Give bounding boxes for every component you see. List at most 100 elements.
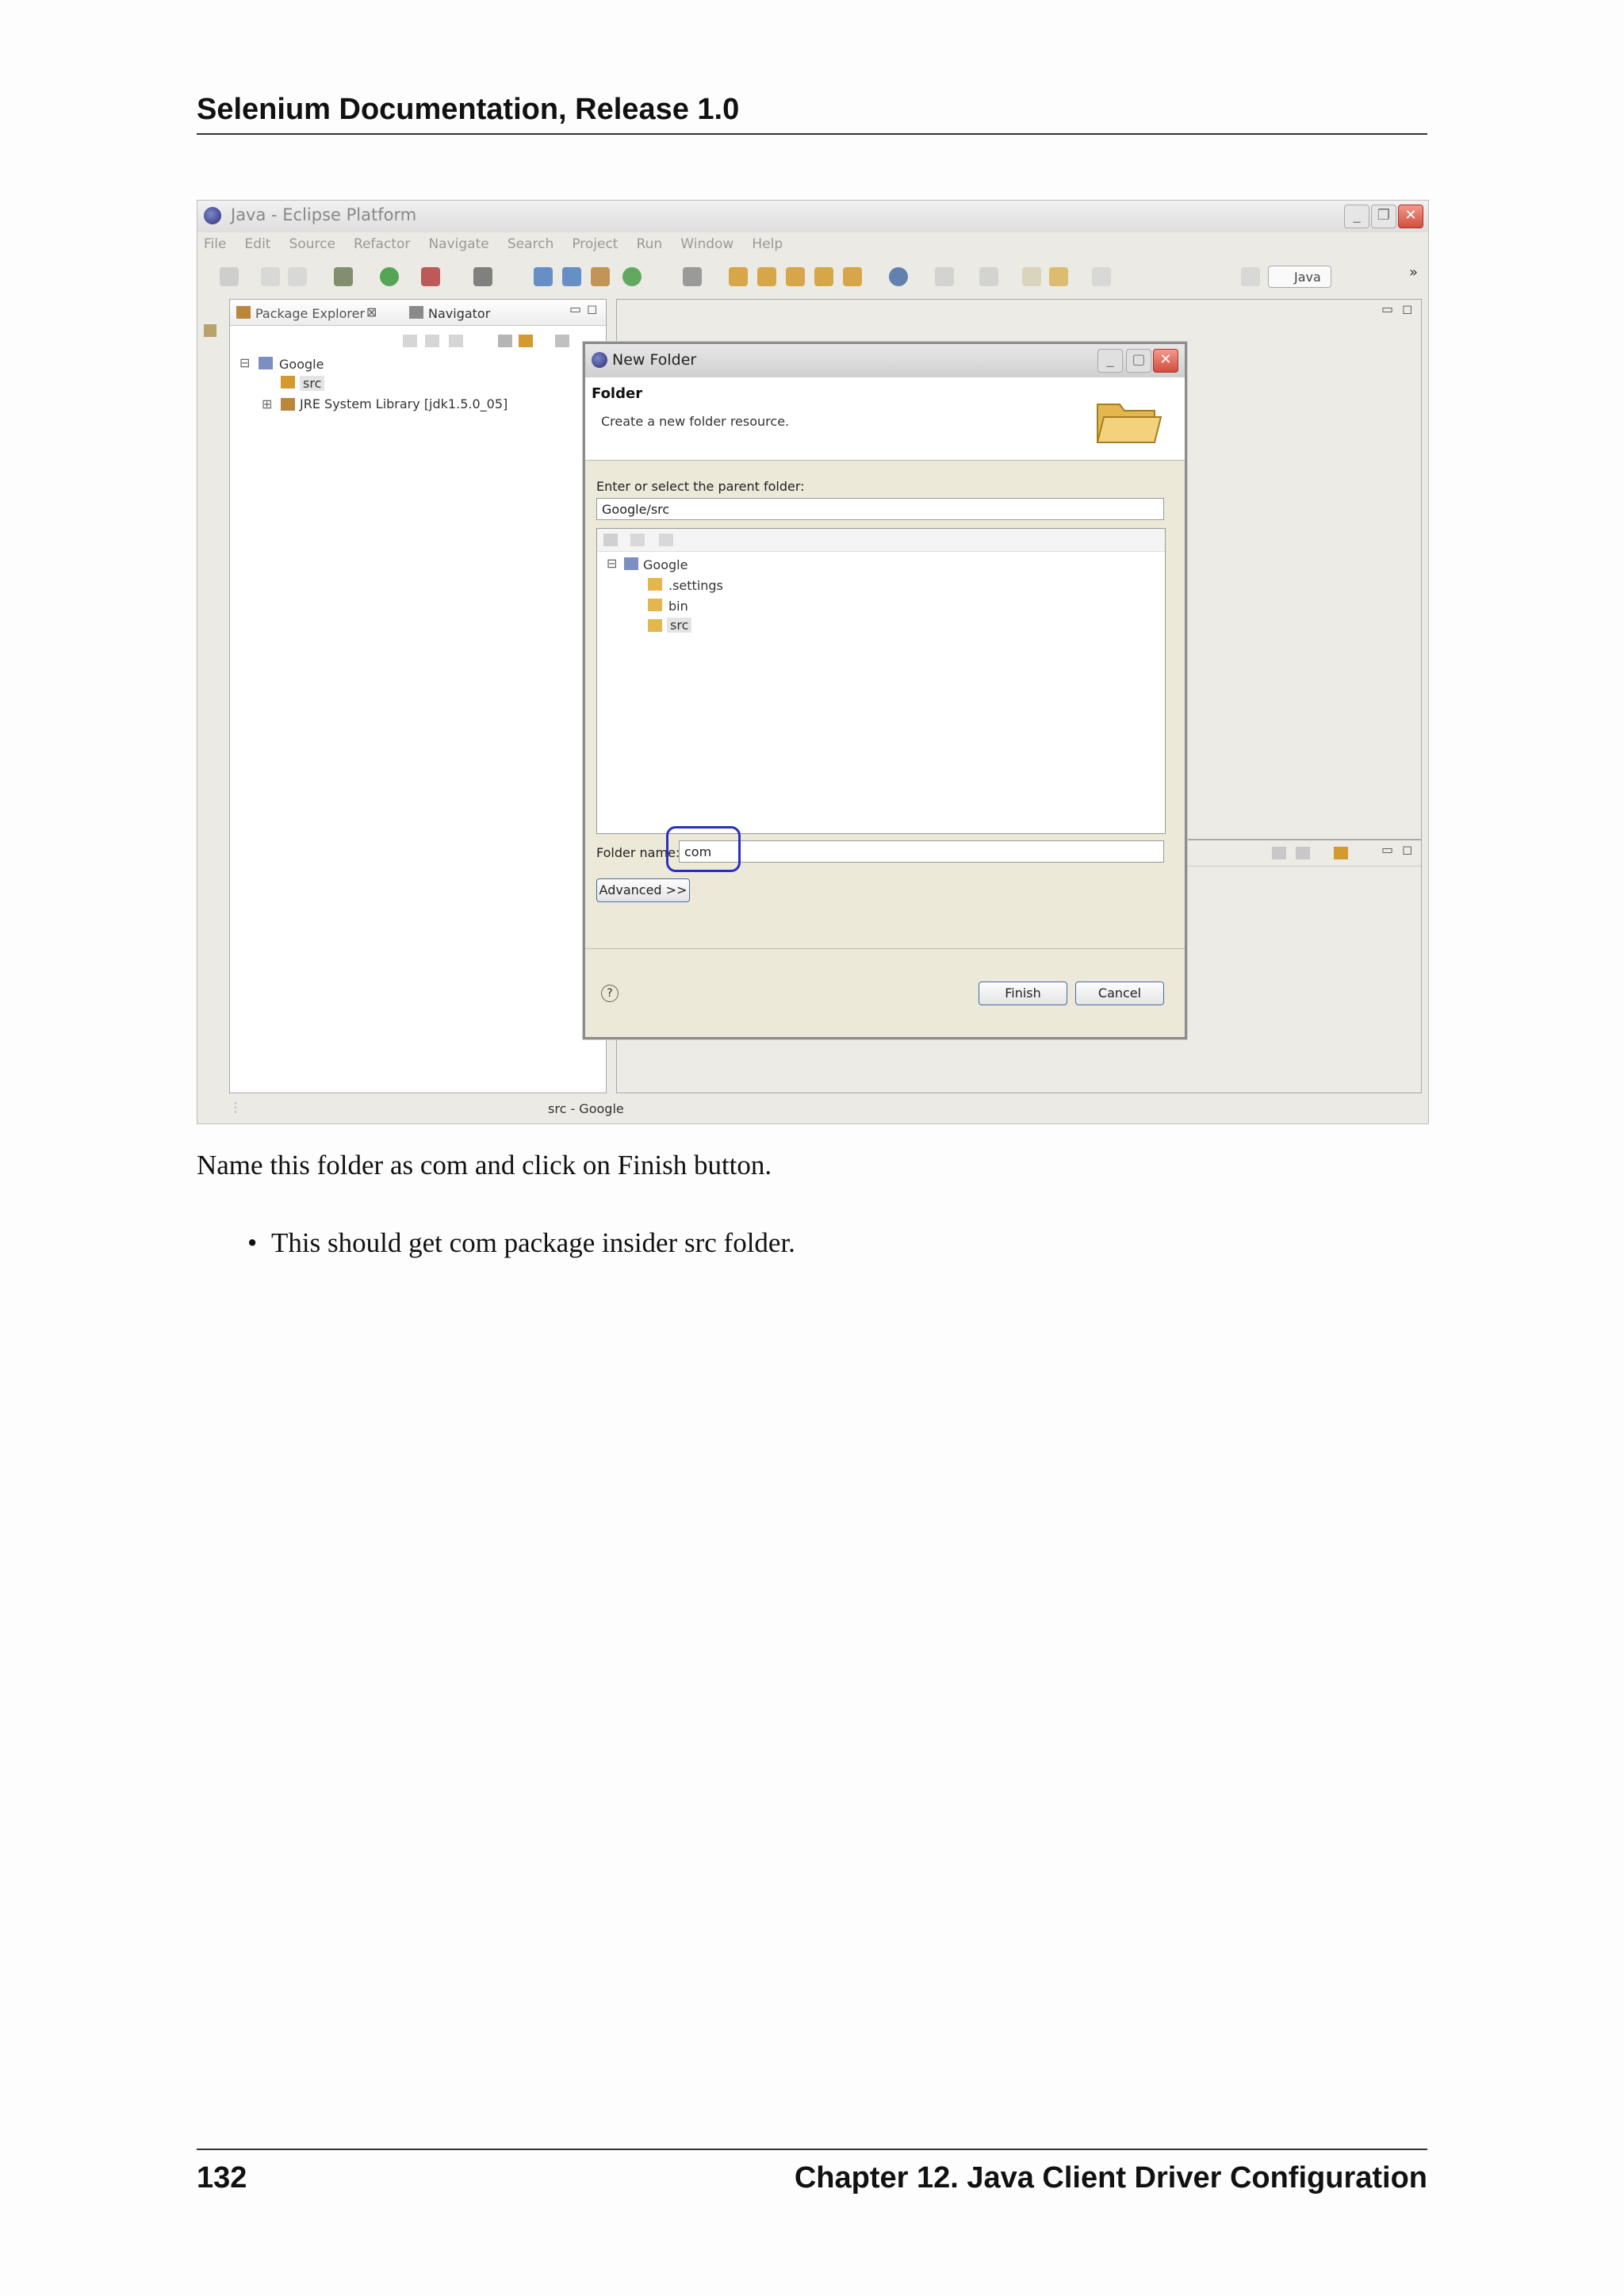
- close-tab-icon[interactable]: ⊠: [366, 304, 377, 320]
- debug-icon[interactable]: [334, 267, 353, 286]
- google-project-icon: [624, 557, 638, 570]
- tab-package-explorer[interactable]: Package Explorer: [255, 306, 365, 321]
- menu-run[interactable]: Run: [637, 236, 663, 252]
- eclipse-logo-icon: [204, 207, 221, 224]
- library-icon: [281, 398, 295, 411]
- eclipse-titlebar: Java - Eclipse Platform _ ❐ ✕: [197, 201, 1428, 232]
- dialog-maximize-button[interactable]: ▢: [1126, 349, 1151, 373]
- maximize-view-icon[interactable]: ◻: [587, 301, 597, 316]
- fast-view-icon[interactable]: [204, 324, 216, 337]
- back-nav-icon[interactable]: [403, 335, 417, 347]
- new-console-icon[interactable]: [1334, 847, 1348, 859]
- tree-back-icon[interactable]: [630, 534, 645, 546]
- dialog-close-button[interactable]: ✕: [1153, 349, 1178, 373]
- chevron-more-icon[interactable]: »: [1409, 264, 1418, 281]
- java-perspective-label: Java: [1294, 270, 1321, 285]
- new-class-icon[interactable]: [591, 267, 610, 286]
- dialog-tree-settings[interactable]: .settings: [668, 578, 723, 593]
- tree-forward-icon[interactable]: [659, 534, 673, 546]
- new-folder-dialog: New Folder _ ▢ ✕ Folder Create a new fol…: [583, 342, 1187, 1039]
- new-interface-icon[interactable]: [622, 267, 642, 286]
- dialog-tree-bin[interactable]: bin: [668, 599, 688, 614]
- collapse-all-icon[interactable]: [498, 335, 512, 347]
- finish-button[interactable]: Finish: [979, 982, 1067, 1005]
- menu-help[interactable]: Help: [752, 236, 783, 252]
- expand-google-icon[interactable]: ⊟: [239, 355, 250, 370]
- settings-folder-icon: [648, 578, 662, 591]
- forward-arrow-icon[interactable]: [1092, 267, 1111, 286]
- dialog-tree-google[interactable]: Google: [643, 557, 688, 572]
- open-folder-3-icon[interactable]: [786, 267, 805, 286]
- minimize-view-icon[interactable]: ▭: [569, 301, 581, 316]
- folder-banner-icon: [1096, 404, 1162, 443]
- page-footer: 132 Chapter 12. Java Client Driver Confi…: [197, 2149, 1427, 2198]
- save-icon[interactable]: [261, 267, 280, 286]
- menu-source[interactable]: Source: [289, 236, 335, 252]
- display-icon[interactable]: [1296, 847, 1310, 859]
- prev-annotation-icon[interactable]: [979, 267, 998, 286]
- open-folder-icon[interactable]: [729, 267, 748, 286]
- minimize-button[interactable]: _: [1344, 205, 1369, 228]
- pin-icon[interactable]: [1272, 847, 1286, 859]
- up-nav-icon[interactable]: [449, 335, 463, 347]
- menu-search[interactable]: Search: [508, 236, 553, 252]
- dialog-minimize-button[interactable]: _: [1097, 349, 1123, 373]
- tree-jre-library[interactable]: JRE System Library [jdk1.5.0_05]: [300, 396, 508, 411]
- next-annotation-icon[interactable]: [935, 267, 954, 286]
- search-icon[interactable]: [473, 267, 492, 286]
- tree-project-google[interactable]: Google: [279, 357, 324, 372]
- tree-src[interactable]: src: [300, 376, 325, 391]
- open-folder-2-icon[interactable]: [757, 267, 776, 286]
- advanced-button[interactable]: Advanced >>: [596, 878, 690, 902]
- editor-minimize-icon[interactable]: ▭: [1381, 301, 1393, 316]
- back-arrow-icon[interactable]: [1049, 267, 1068, 286]
- dialog-tree-src[interactable]: src: [667, 618, 692, 633]
- status-text: src - Google: [548, 1101, 624, 1116]
- print-icon[interactable]: [288, 267, 307, 286]
- bottom-maximize-icon[interactable]: ◻: [1402, 842, 1412, 857]
- eclipse-menubar: File Edit Source Refactor Navigate Searc…: [197, 232, 1428, 256]
- open-folder-4-icon[interactable]: [843, 267, 862, 286]
- bin-folder-icon: [648, 599, 662, 611]
- open-type-icon[interactable]: [683, 267, 702, 286]
- expand-google-tree-icon[interactable]: ⊟: [607, 556, 617, 571]
- new-package-icon[interactable]: [562, 267, 581, 286]
- pencil-icon[interactable]: [814, 267, 833, 286]
- package-explorer-pane: Package Explorer ⊠ Navigator ▭ ◻ ⊟ Googl…: [229, 299, 607, 1093]
- menu-edit[interactable]: Edit: [245, 236, 271, 252]
- bottom-minimize-icon[interactable]: ▭: [1381, 842, 1393, 857]
- tab-navigator[interactable]: Navigator: [428, 306, 490, 321]
- open-perspective-icon[interactable]: [1241, 267, 1260, 286]
- globe-icon[interactable]: [889, 267, 908, 286]
- help-icon[interactable]: ?: [601, 985, 619, 1002]
- home-icon[interactable]: [603, 534, 618, 546]
- forward-nav-icon[interactable]: [425, 335, 439, 347]
- external-tools-icon[interactable]: [421, 267, 440, 286]
- link-editor-icon[interactable]: [519, 335, 533, 347]
- menu-file[interactable]: File: [204, 236, 226, 252]
- page-header-title: Selenium Documentation, Release 1.0: [197, 93, 740, 126]
- restore-button[interactable]: ❐: [1371, 205, 1396, 228]
- cancel-button[interactable]: Cancel: [1075, 982, 1164, 1005]
- expand-jre-icon[interactable]: ⊞: [262, 396, 272, 411]
- navigator-icon: [409, 306, 423, 319]
- menu-project[interactable]: Project: [572, 236, 618, 252]
- back-icon[interactable]: [1022, 267, 1041, 286]
- editor-maximize-icon[interactable]: ◻: [1402, 301, 1412, 316]
- java-perspective-button[interactable]: Java: [1268, 266, 1331, 288]
- new-icon[interactable]: [220, 267, 239, 286]
- new-java-project-icon[interactable]: [534, 267, 553, 286]
- package-explorer-icon: [236, 306, 251, 319]
- menu-navigate[interactable]: Navigate: [428, 236, 488, 252]
- menu-refactor[interactable]: Refactor: [354, 236, 410, 252]
- dialog-banner: Folder Create a new folder resource.: [585, 377, 1185, 461]
- folder-name-input[interactable]: com: [679, 840, 1164, 863]
- dialog-heading: Folder: [592, 385, 643, 402]
- view-menu-icon[interactable]: [555, 335, 569, 347]
- parent-folder-input[interactable]: Google/src: [596, 498, 1164, 520]
- parent-folder-tree: ⊟ Google .settings bin src: [596, 528, 1166, 834]
- close-button[interactable]: ✕: [1398, 205, 1423, 228]
- run-icon[interactable]: [380, 267, 399, 286]
- bullet-item: This should get com package insider src …: [271, 1227, 795, 1258]
- menu-window[interactable]: Window: [680, 236, 733, 252]
